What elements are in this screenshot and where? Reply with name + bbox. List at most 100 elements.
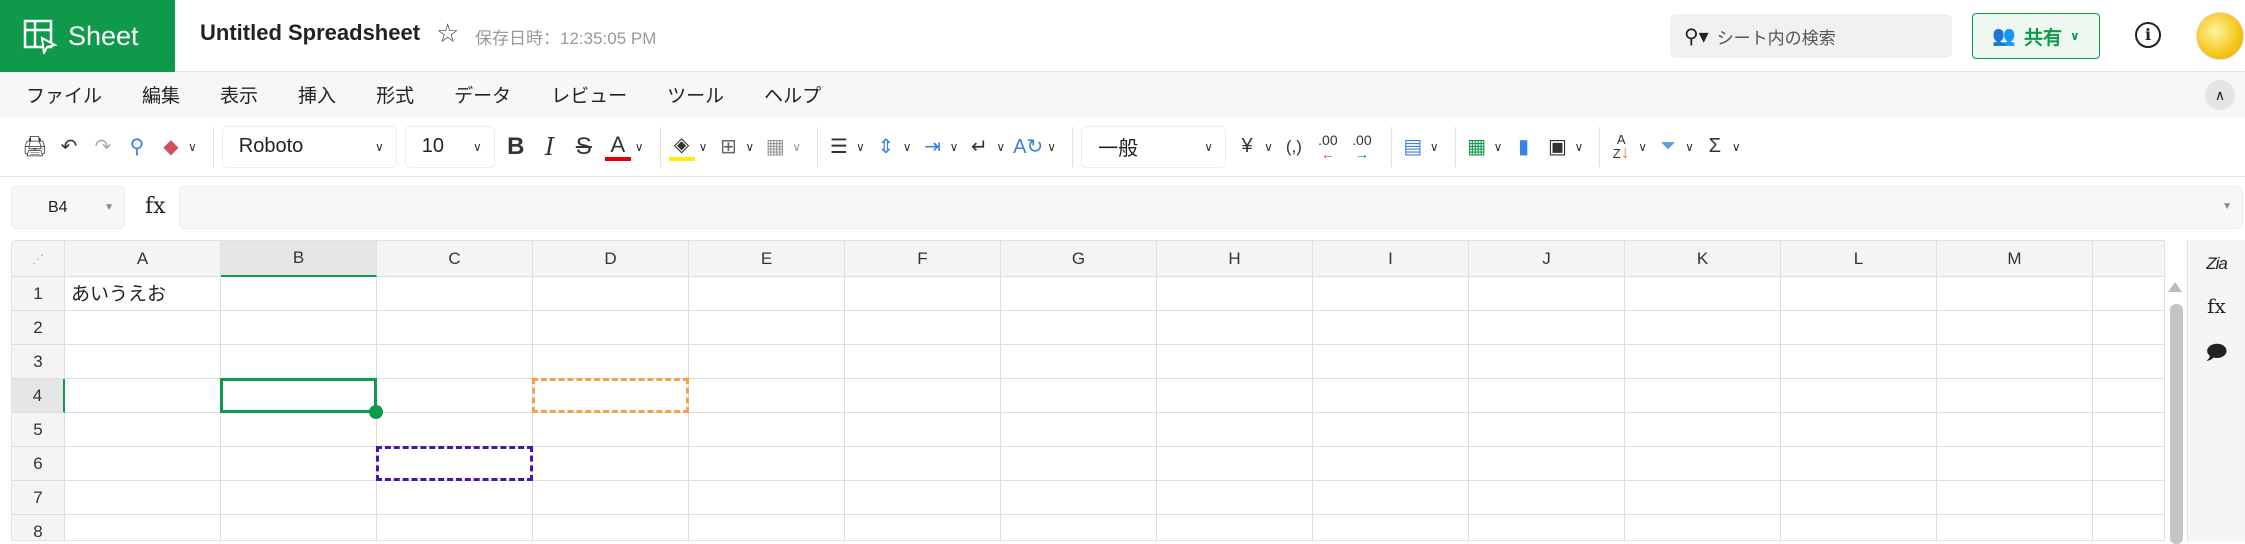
cell-B7[interactable]: [221, 481, 377, 515]
cell-I4[interactable]: [1313, 379, 1469, 413]
number-format-select[interactable]: 一般 ∨: [1081, 125, 1227, 168]
redo-button[interactable]: ↷: [90, 127, 116, 167]
scroll-up-icon[interactable]: [2168, 282, 2182, 292]
menu-file[interactable]: ファイル: [26, 81, 102, 108]
currency-button[interactable]: ¥ ∨: [1234, 127, 1273, 167]
column-header-G[interactable]: G: [1001, 241, 1157, 277]
cell-M4[interactable]: [1937, 379, 2093, 413]
cell-L1[interactable]: [1781, 277, 1937, 311]
cell-A6[interactable]: [65, 447, 221, 481]
column-header-D[interactable]: D: [533, 241, 689, 277]
cell-H6[interactable]: [1157, 447, 1313, 481]
cell-L8[interactable]: [1781, 515, 1937, 540]
name-box[interactable]: B4 ▼: [11, 186, 125, 229]
cell-D3[interactable]: [533, 345, 689, 379]
row-header-5[interactable]: 5: [12, 413, 65, 447]
cell-F6[interactable]: [845, 447, 1001, 481]
cell-B3[interactable]: [221, 345, 377, 379]
cell-H3[interactable]: [1157, 345, 1313, 379]
merge-cells-button[interactable]: ▦ ∨: [762, 127, 801, 167]
select-all-corner[interactable]: ⋰: [12, 241, 65, 277]
cell-D8[interactable]: [533, 515, 689, 540]
cell-F3[interactable]: [845, 345, 1001, 379]
cell-A3[interactable]: [65, 345, 221, 379]
cell-L4[interactable]: [1781, 379, 1937, 413]
cell-H4[interactable]: [1157, 379, 1313, 413]
fill-color-button[interactable]: ◈ ∨: [668, 127, 707, 167]
cell-E1[interactable]: [689, 277, 845, 311]
cell-J4[interactable]: [1469, 379, 1625, 413]
row-header-8[interactable]: 8: [12, 515, 65, 540]
row-header-1[interactable]: 1: [12, 277, 65, 311]
collapse-toolbar-button[interactable]: ∧: [2205, 80, 2235, 110]
menu-tools[interactable]: ツール: [667, 81, 724, 108]
strikethrough-button[interactable]: S: [571, 127, 597, 167]
row-header-7[interactable]: 7: [12, 481, 65, 515]
cell-L7[interactable]: [1781, 481, 1937, 515]
cell-F2[interactable]: [845, 311, 1001, 345]
cell-J3[interactable]: [1469, 345, 1625, 379]
decrease-decimal-button[interactable]: .00 ←: [1315, 127, 1341, 167]
wrap-text-button[interactable]: ↵ ∨: [966, 127, 1005, 167]
menu-view[interactable]: 表示: [220, 81, 258, 108]
cell-3[interactable]: [2093, 345, 2164, 379]
cell-M3[interactable]: [1937, 345, 2093, 379]
cell-G4[interactable]: [1001, 379, 1157, 413]
vertical-scrollbar[interactable]: [2165, 276, 2187, 544]
comment-icon[interactable]: 🗩: [2205, 338, 2227, 372]
clear-button[interactable]: ◆ ∨: [158, 127, 197, 167]
cell-J6[interactable]: [1469, 447, 1625, 481]
cell-1[interactable]: [2093, 277, 2164, 311]
cell-A2[interactable]: [65, 311, 221, 345]
cell-C4[interactable]: [377, 379, 533, 413]
cell-I6[interactable]: [1313, 447, 1469, 481]
cell-G7[interactable]: [1001, 481, 1157, 515]
row-header-6[interactable]: 6: [12, 447, 65, 481]
cell-A4[interactable]: [65, 379, 221, 413]
cell-L5[interactable]: [1781, 413, 1937, 447]
cell-K2[interactable]: [1625, 311, 1781, 345]
cell-L3[interactable]: [1781, 345, 1937, 379]
function-icon[interactable]: fx: [2207, 294, 2226, 318]
cell-D7[interactable]: [533, 481, 689, 515]
cell-J8[interactable]: [1469, 515, 1625, 540]
avatar[interactable]: [2196, 12, 2244, 60]
cell-F5[interactable]: [845, 413, 1001, 447]
cell-I5[interactable]: [1313, 413, 1469, 447]
text-rotation-button[interactable]: A↻ ∨: [1013, 127, 1056, 167]
column-header-J[interactable]: J: [1469, 241, 1625, 277]
cell-K6[interactable]: [1625, 447, 1781, 481]
image-button[interactable]: ▣ ∨: [1544, 127, 1583, 167]
cell-2[interactable]: [2093, 311, 2164, 345]
cell-E4[interactable]: [689, 379, 845, 413]
cell-H7[interactable]: [1157, 481, 1313, 515]
cell-J5[interactable]: [1469, 413, 1625, 447]
document-title[interactable]: Untitled Spreadsheet: [200, 20, 420, 46]
info-icon[interactable]: i: [2135, 22, 2161, 48]
cell-M1[interactable]: [1937, 277, 2093, 311]
cell-M8[interactable]: [1937, 515, 2093, 540]
column-header-blank[interactable]: [2093, 241, 2164, 277]
row-header-2[interactable]: 2: [12, 311, 65, 345]
column-header-E[interactable]: E: [689, 241, 845, 277]
app-logo[interactable]: Sheet: [0, 0, 175, 72]
cell-B5[interactable]: [221, 413, 377, 447]
search-input[interactable]: ⚲▾ シート内の検索: [1670, 14, 1952, 58]
row-header-3[interactable]: 3: [12, 345, 65, 379]
borders-button[interactable]: ⊞ ∨: [715, 127, 754, 167]
cell-F8[interactable]: [845, 515, 1001, 540]
chart-button[interactable]: ▮: [1510, 127, 1536, 167]
cell-I7[interactable]: [1313, 481, 1469, 515]
cell-L2[interactable]: [1781, 311, 1937, 345]
cell-M2[interactable]: [1937, 311, 2093, 345]
column-header-M[interactable]: M: [1937, 241, 2093, 277]
cell-F4[interactable]: [845, 379, 1001, 413]
cell-E3[interactable]: [689, 345, 845, 379]
cell-H8[interactable]: [1157, 515, 1313, 540]
cell-M6[interactable]: [1937, 447, 2093, 481]
star-icon[interactable]: ☆: [436, 18, 459, 49]
column-header-B[interactable]: B: [221, 241, 377, 277]
sort-button[interactable]: A Z↓ ∨: [1608, 127, 1647, 167]
cell-B2[interactable]: [221, 311, 377, 345]
cell-E2[interactable]: [689, 311, 845, 345]
